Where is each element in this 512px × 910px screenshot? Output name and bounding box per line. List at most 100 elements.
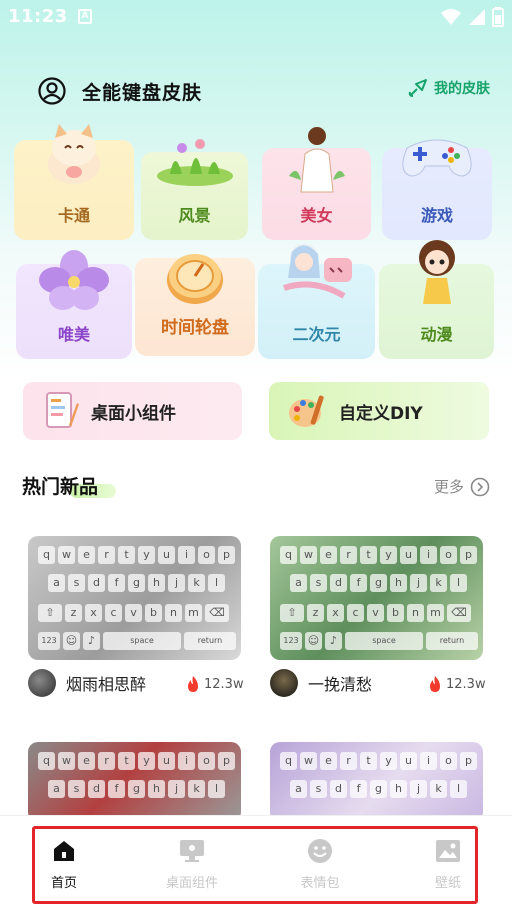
key: u [400,546,417,564]
cat-mascot-icon [48,124,100,184]
keyboard-skin-card[interactable]: qwertyuiop asdfghjkl ⇧ zxcvbnm ⌫ 123 ☺ ♪… [270,536,483,660]
keyboard-row: asdfghjkl [48,780,225,798]
flower-icon [39,250,109,310]
key: e [78,752,95,770]
key: s [310,574,327,592]
heat-count: 12.3w [428,675,486,693]
gamepad-icon [402,139,472,177]
key: u [158,752,175,770]
return-key: return [184,632,236,650]
keyboard-row: qwertyuiop [280,752,477,770]
key: x [327,604,344,622]
heat-value: 12.3w [204,676,244,692]
key: j [168,574,185,592]
key: h [148,574,165,592]
nav-item-home[interactable]: 首页 [24,838,104,891]
key: t [360,752,377,770]
app-header: 全能键盘皮肤 [38,76,202,106]
mic-key: ♪ [83,632,100,650]
keyboard-skin-card[interactable]: qwertyuiop asdfghjkl [28,742,241,822]
author-name: 一挽清愁 [308,675,373,694]
category-beauty[interactable]: 美女 [262,127,371,240]
nav-item-desktop-widgets[interactable]: 桌面组件 [152,838,232,891]
nav-item-emoji[interactable]: 表情包 [280,838,360,891]
more-label: 更多 [433,478,464,496]
key: h [148,780,165,798]
keyboard-skin-card[interactable]: qwertyuiop asdfghjkl ⇧ zxcvbnm ⌫ 123 ☺ ♪… [28,536,241,660]
notification-icon: A [78,9,92,24]
card-author: 一挽清愁 [270,669,372,697]
avatar [270,669,298,697]
key: w [300,752,317,770]
category-label: 二次元 [292,325,341,344]
cartoon-girl-icon [418,240,455,304]
custom-diy-banner[interactable]: 自定义DIY [269,382,489,440]
key: q [280,752,297,770]
key: s [310,780,327,798]
key: x [85,604,102,622]
key: a [48,780,65,798]
monitor-icon [180,840,204,862]
key: r [340,752,357,770]
keyboard-row: asdfghjkl [48,574,225,592]
my-skin-button[interactable]: 我的皮肤 [408,78,490,98]
more-button[interactable]: 更多 [434,476,490,497]
key: n [165,604,182,622]
keyboard-row: asdfghjkl [290,780,467,798]
key: i [420,752,437,770]
key: s [68,780,85,798]
category-label: 风景 [178,206,211,225]
key: v [125,604,142,622]
category-label: 时间轮盘 [161,318,229,338]
nav-label: 壁纸 [434,876,461,891]
key: r [340,546,357,564]
heat-value: 12.3w [446,676,486,692]
key: u [158,546,175,564]
section-title: 热门新品 [22,476,99,498]
key: y [380,752,397,770]
key: d [88,574,105,592]
status-indicators [440,7,504,27]
key: d [330,780,347,798]
key: z [307,604,324,622]
key: p [218,752,235,770]
space-key: space [345,632,423,650]
notebook-pencil-icon [46,392,79,428]
nav-item-wallpaper[interactable]: 壁纸 [408,838,488,891]
key: p [218,546,235,564]
key: k [430,780,447,798]
category-animation[interactable]: 动漫 [379,240,494,359]
category-time-wheel[interactable]: 时间轮盘 [135,254,255,356]
key: f [350,780,367,798]
key: a [290,574,307,592]
key: k [188,780,205,798]
key: a [290,780,307,798]
key: k [430,574,447,592]
category-anime-2d[interactable]: 二次元 [258,244,375,359]
numbers-key: 123 [280,632,302,650]
category-cartoon[interactable]: 卡通 [14,124,134,240]
user-profile-icon[interactable] [38,77,66,105]
mic-key: ♪ [325,632,342,650]
key: j [168,780,185,798]
key: o [198,752,215,770]
category-game[interactable]: 游戏 [382,139,492,240]
return-key: return [426,632,478,650]
keyboard-skin-card[interactable]: qwertyuiop asdfghjkl [270,742,483,822]
category-label: 唯美 [57,325,90,344]
key: w [58,752,75,770]
desktop-widget-banner[interactable]: 桌面小组件 [23,382,242,440]
card-author: 烟雨相思醉 [28,669,146,697]
key: g [128,780,145,798]
category-aesthetic[interactable]: 唯美 [16,250,132,359]
keyboard-row: 123 ☺ ♪ space return [280,632,478,650]
palette-icon [289,395,324,427]
nav-label: 表情包 [300,876,340,891]
chevron-right-icon [470,477,490,496]
status-time: 11:23 [8,6,68,27]
key: k [188,574,205,592]
category-scenery[interactable]: 风景 [141,139,248,240]
key: w [58,546,75,564]
key: m [185,604,202,622]
my-skin-label: 我的皮肤 [434,81,490,97]
